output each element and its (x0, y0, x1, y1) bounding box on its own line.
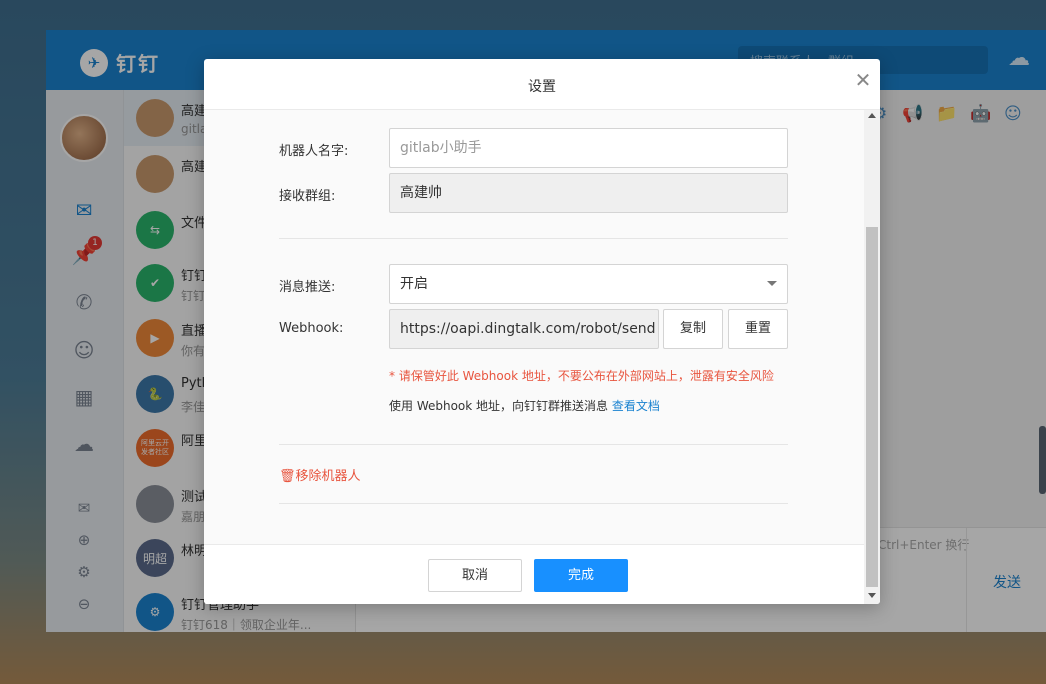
scroll-up-arrow-icon[interactable] (868, 113, 876, 118)
group-label: 接收群组: (279, 189, 336, 204)
trash-icon: 🗑 (279, 469, 296, 484)
webhook-note: 使用 Webhook 地址，向钉钉群推送消息 查看文档 (389, 397, 660, 414)
divider (279, 503, 788, 504)
webhook-field[interactable]: https://oapi.dingtalk.com/robot/send (389, 309, 659, 349)
scroll-down-arrow-icon[interactable] (868, 593, 876, 598)
reset-button[interactable]: 重置 (728, 309, 788, 349)
cancel-button[interactable]: 取消 (428, 559, 522, 592)
dialog-footer: 取消 完成 (204, 544, 864, 604)
dialog-header: 设置 ✕ (204, 59, 880, 110)
push-value: 开启 (400, 276, 428, 292)
divider (279, 238, 788, 239)
webhook-label: Webhook: (279, 321, 344, 336)
view-docs-link[interactable]: 查看文档 (612, 399, 660, 413)
close-icon[interactable]: ✕ (852, 69, 874, 91)
dialog-scrollbar[interactable] (864, 110, 880, 604)
security-warning: * 请保管好此 Webhook 地址，不要公布在外部网站上，泄露有安全风险 (389, 369, 774, 383)
dialog-body: 机器人名字: 接收群组: 高建帅 消息推送: 开启 Webhook: https… (204, 110, 864, 544)
webhook-note-text: 使用 Webhook 地址，向钉钉群推送消息 (389, 399, 609, 413)
robot-name-label: 机器人名字: (279, 144, 349, 159)
remove-robot-label: 移除机器人 (295, 469, 361, 484)
remove-robot-button[interactable]: 🗑移除机器人 (279, 465, 361, 484)
settings-dialog: 设置 ✕ 机器人名字: 接收群组: 高建帅 消息推送: 开启 Webhook: … (204, 59, 880, 604)
copy-button[interactable]: 复制 (663, 309, 723, 349)
group-field: 高建帅 (389, 173, 788, 213)
divider (279, 444, 788, 445)
dialog-title: 设置 (528, 79, 556, 95)
push-label: 消息推送: (279, 280, 336, 295)
push-select[interactable]: 开启 (389, 264, 788, 304)
done-button[interactable]: 完成 (534, 559, 628, 592)
chevron-down-icon (767, 281, 777, 286)
scroll-thumb[interactable] (866, 227, 878, 587)
robot-name-input[interactable] (389, 128, 788, 168)
